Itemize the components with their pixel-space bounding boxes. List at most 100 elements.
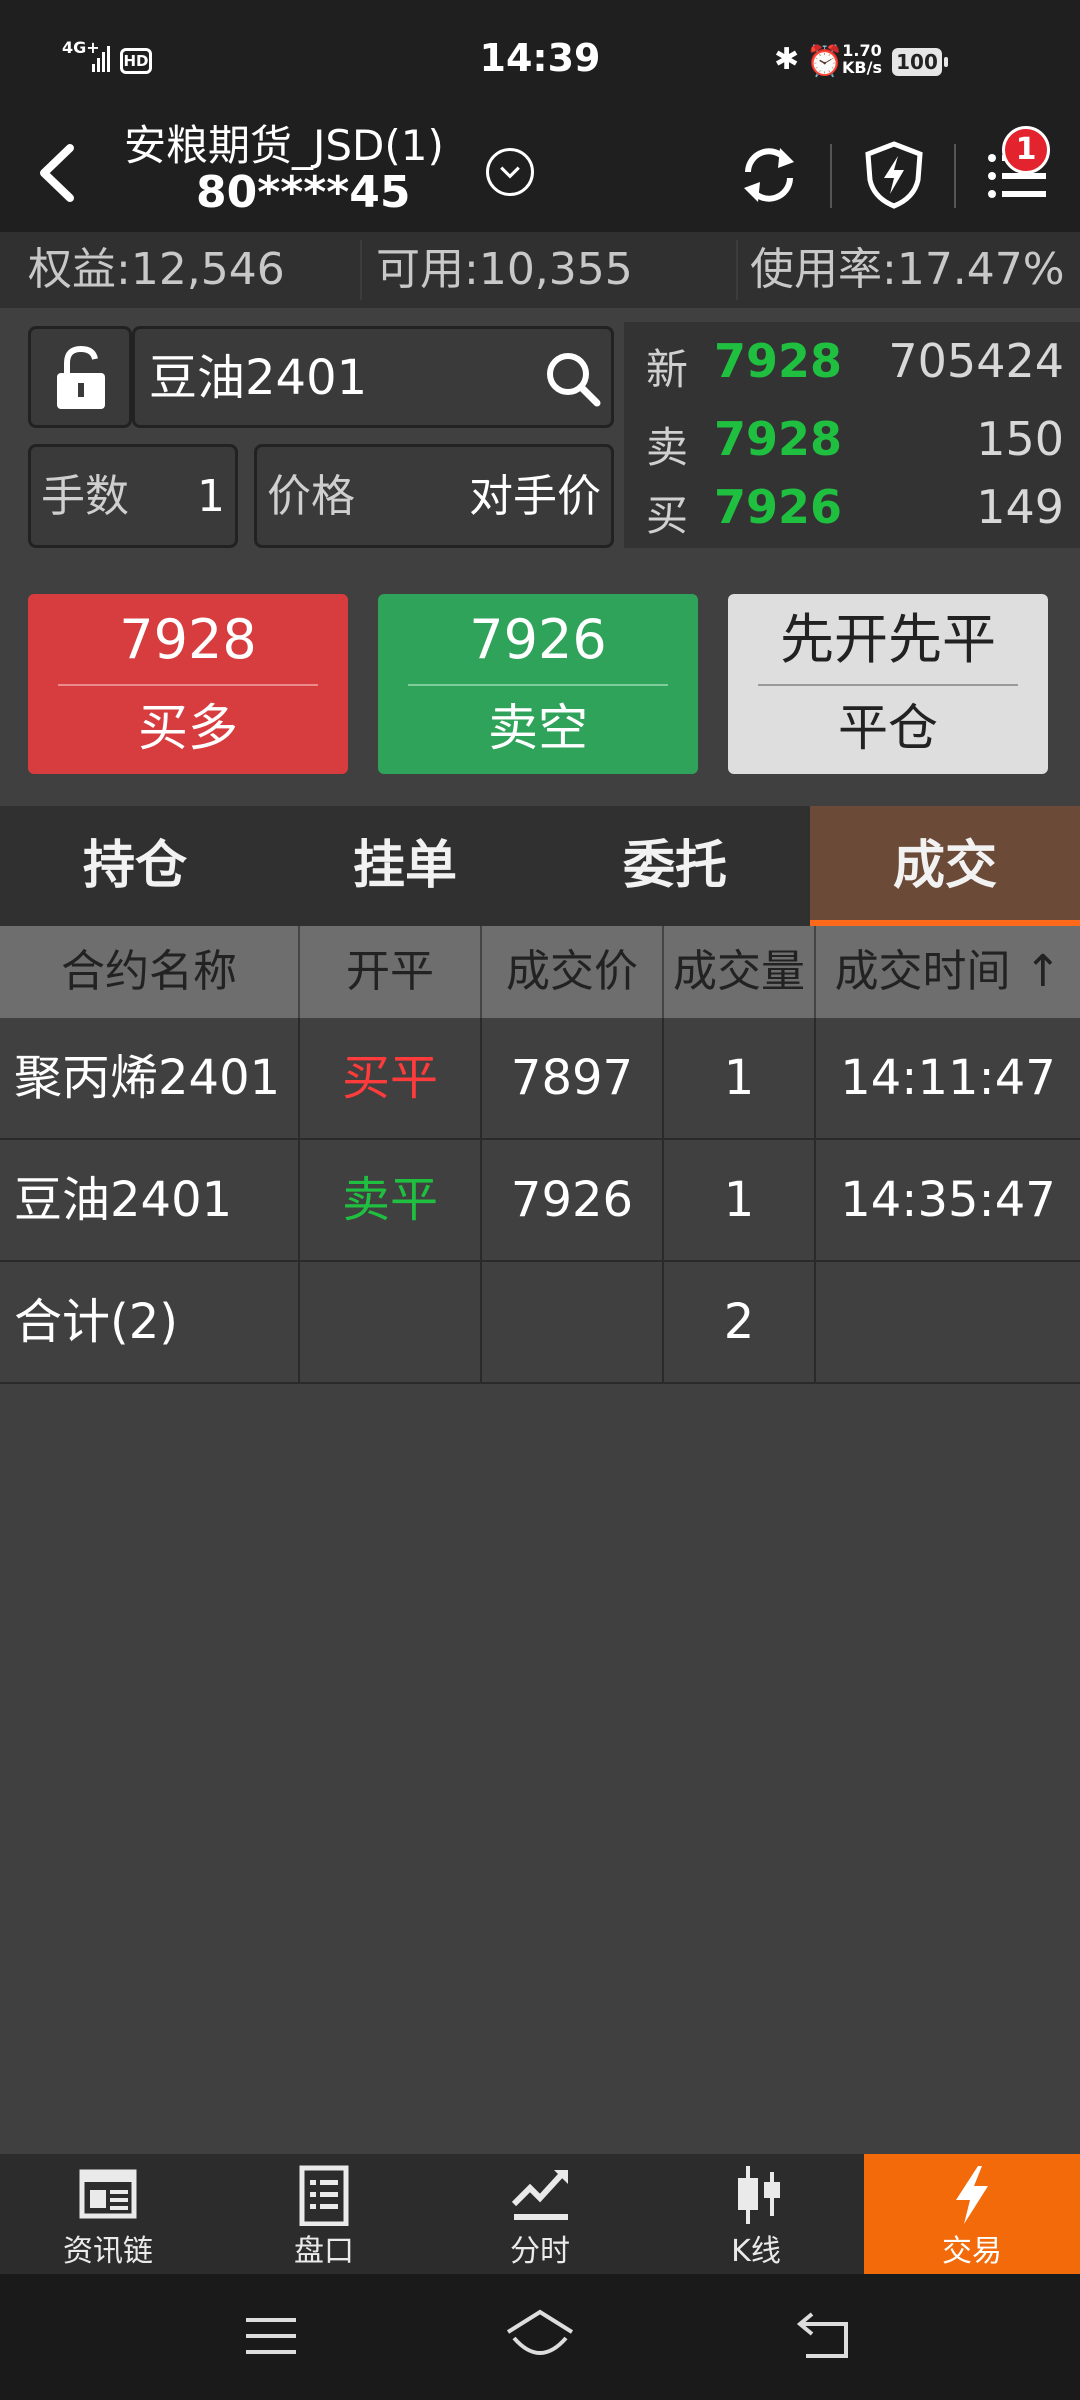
quantity-field[interactable]: 手数 1 <box>28 444 238 548</box>
alarm-icon: ⏰ <box>806 44 844 79</box>
bottom-nav: 资讯链 盘口 分时 K线 交易 <box>0 2154 1080 2274</box>
nav-timeshare[interactable]: 分时 <box>432 2154 648 2274</box>
cell-time: 14:11:47 <box>840 1050 1056 1106</box>
ask-row: 卖 7928 150 <box>624 408 1080 478</box>
nav-kline[interactable]: K线 <box>648 2154 864 2274</box>
back-nav-icon[interactable] <box>796 2310 852 2360</box>
cell-price: 7926 <box>482 1140 664 1260</box>
account-name[interactable]: 安粮期货_JSD(1) <box>124 120 444 172</box>
account-summary-bar: 权益:12,546 可用:10,355 使用率:17.47% <box>0 232 1080 308</box>
nav-label: 交易 <box>942 2234 1002 2269</box>
system-nav-bar <box>0 2274 1080 2400</box>
sell-price: 7926 <box>469 608 607 671</box>
price-label: 价格 <box>267 471 355 522</box>
col-price[interactable]: 成交价 <box>482 926 664 1018</box>
bid-label: 买 <box>646 491 689 540</box>
cell-price: 7897 <box>482 1018 664 1138</box>
search-icon[interactable] <box>543 349 603 409</box>
orderbook-icon <box>299 2165 349 2226</box>
dropdown-icon[interactable] <box>486 148 534 196</box>
nav-orderbook[interactable]: 盘口 <box>216 2154 432 2274</box>
table-row[interactable]: 聚丙烯2401 买平 7897 1 14:11:47 <box>0 1018 1080 1140</box>
divider <box>736 240 738 300</box>
tab-pending-orders[interactable]: 挂单 <box>270 806 540 926</box>
close-mode: 先开先平 <box>780 608 996 671</box>
divider <box>58 684 318 686</box>
nav-label: 资讯链 <box>63 2234 153 2269</box>
cell-contract: 豆油2401 <box>0 1140 300 1260</box>
divider <box>408 684 668 686</box>
tab-trades[interactable]: 成交 <box>810 806 1080 926</box>
cell-qty: 1 <box>664 1140 816 1260</box>
home-icon[interactable] <box>504 2308 576 2364</box>
cell-time: 14:35:47 <box>840 1172 1056 1228</box>
divider <box>830 144 832 208</box>
quantity-value: 1 <box>197 471 225 522</box>
ask-qty: 150 <box>976 412 1064 466</box>
divider <box>360 240 362 300</box>
cell-empty <box>300 1262 482 1382</box>
last-price: 7928 <box>714 334 843 388</box>
usage-rate-value: 使用率:17.47% <box>750 244 1065 295</box>
status-bar: 4G+ HD 14:39 ✱ ⏰ 1.70 KB/s 100 <box>0 0 1080 120</box>
back-icon[interactable] <box>24 138 94 208</box>
cell-empty <box>482 1262 664 1382</box>
col-open-close[interactable]: 开平 <box>300 926 482 1018</box>
speed-value: 1.70 <box>842 41 882 60</box>
recent-apps-icon[interactable] <box>244 2314 298 2358</box>
lightning-icon <box>956 2166 988 2224</box>
col-volume[interactable]: 成交量 <box>664 926 816 1018</box>
tab-bar: 持仓 挂单 委托 成交 <box>0 806 1080 926</box>
bluetooth-icon: ✱ <box>774 42 800 77</box>
nav-label: 分时 <box>510 2234 570 2269</box>
col-time[interactable]: 成交时间 ↑ <box>816 926 1080 1018</box>
shield-bolt-icon[interactable] <box>862 140 926 210</box>
sell-label: 卖空 <box>488 699 588 757</box>
volume: 705424 <box>888 334 1064 388</box>
price-field[interactable]: 价格 对手价 <box>254 444 614 548</box>
quantity-label: 手数 <box>41 471 129 522</box>
bid-price: 7926 <box>714 480 843 534</box>
close-position-button[interactable]: 先开先平 平仓 <box>728 594 1048 774</box>
ask-price: 7928 <box>714 412 843 466</box>
price-type-value: 对手价 <box>469 471 601 522</box>
cell-contract: 聚丙烯2401 <box>0 1018 300 1138</box>
candlestick-icon <box>738 2166 780 2224</box>
total-qty: 2 <box>664 1262 816 1382</box>
nav-news[interactable]: 资讯链 <box>0 2154 216 2274</box>
close-label: 平仓 <box>838 699 938 757</box>
cell-side: 卖平 <box>300 1140 482 1260</box>
cell-side: 买平 <box>300 1018 482 1138</box>
equity-value: 权益:12,546 <box>28 244 285 295</box>
nav-trade[interactable]: 交易 <box>864 2154 1080 2274</box>
speed-unit: KB/s <box>842 58 882 77</box>
table-total-row: 合计(2) 2 <box>0 1262 1080 1384</box>
tab-positions[interactable]: 持仓 <box>0 806 270 926</box>
col-contract[interactable]: 合约名称 <box>0 926 300 1018</box>
last-price-row: 新 7928 705424 <box>624 330 1080 400</box>
refresh-icon[interactable] <box>736 142 802 208</box>
buy-long-button[interactable]: 7928 买多 <box>28 594 348 774</box>
news-icon <box>79 2169 137 2219</box>
symbol-name: 豆油2401 <box>149 350 368 406</box>
table-row[interactable]: 豆油2401 卖平 7926 1 14:35:47 <box>0 1140 1080 1262</box>
cell-empty <box>816 1262 1080 1382</box>
last-label: 新 <box>646 345 689 394</box>
symbol-selector[interactable]: 豆油2401 <box>132 326 614 428</box>
quote-panel: 新 7928 705424 卖 7928 150 买 7926 149 <box>624 322 1080 548</box>
battery-icon: 100 <box>892 48 948 76</box>
notification-badge[interactable]: 1 <box>1002 126 1050 174</box>
sell-short-button[interactable]: 7926 卖空 <box>378 594 698 774</box>
nav-label: K线 <box>731 2234 781 2269</box>
tab-orders[interactable]: 委托 <box>540 806 810 926</box>
line-chart-icon <box>511 2170 568 2220</box>
divider <box>758 684 1018 686</box>
available-value: 可用:10,355 <box>376 244 633 295</box>
ask-label: 卖 <box>646 423 689 472</box>
account-id[interactable]: 80****45 <box>196 166 411 220</box>
buy-price: 7928 <box>119 608 257 671</box>
total-label: 合计(2) <box>0 1262 300 1382</box>
lock-toggle[interactable] <box>28 326 132 428</box>
app-header: 安粮期货_JSD(1) 80****45 1 <box>0 120 1080 232</box>
network-speed: 1.70 KB/s <box>842 42 882 76</box>
